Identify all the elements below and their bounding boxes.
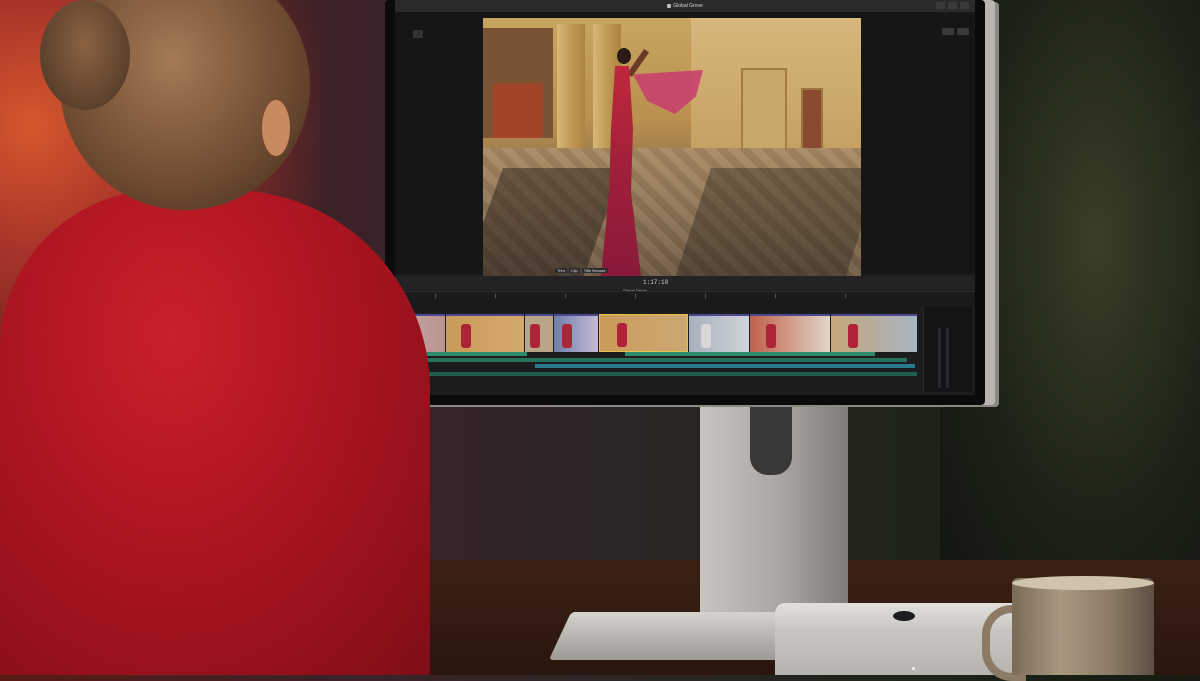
audio-meters bbox=[923, 306, 972, 392]
timeline-ruler[interactable] bbox=[395, 291, 975, 312]
timeline-clip[interactable] bbox=[689, 314, 750, 352]
person-sweater bbox=[0, 190, 430, 675]
person-ear bbox=[262, 100, 290, 156]
timeline-clip[interactable] bbox=[445, 314, 524, 352]
mug-rim bbox=[1012, 576, 1154, 590]
film-icon bbox=[667, 3, 672, 8]
audio-clip[interactable] bbox=[397, 358, 907, 362]
timeline-clip[interactable] bbox=[831, 314, 917, 352]
video-frame[interactable] bbox=[483, 18, 861, 278]
audio-clip[interactable] bbox=[625, 352, 875, 356]
window-title: Global Grove bbox=[673, 3, 703, 9]
dancer-head bbox=[617, 48, 631, 64]
monitor-screen: Global Grove Trim Clip Title Browse 1:17… bbox=[395, 0, 975, 395]
clip-button[interactable]: Clip bbox=[568, 268, 580, 273]
fcp-title-bar: Global Grove bbox=[395, 0, 975, 12]
share-button[interactable] bbox=[960, 2, 969, 9]
timeline-clip-selected[interactable] bbox=[598, 314, 689, 352]
left-arcade bbox=[483, 28, 553, 138]
done-button[interactable] bbox=[957, 28, 969, 35]
ruler-tick bbox=[635, 294, 636, 298]
apple-logo-icon bbox=[893, 611, 915, 621]
mug bbox=[1012, 578, 1154, 675]
ruler-tick bbox=[705, 294, 706, 298]
timeline-clip[interactable] bbox=[553, 314, 598, 352]
power-led bbox=[912, 667, 915, 670]
primary-storyline bbox=[397, 314, 917, 352]
timecode-display: 1:17:18 bbox=[643, 279, 669, 286]
trim-button[interactable]: Trim bbox=[555, 268, 567, 273]
stand-cable-slot bbox=[750, 405, 792, 475]
viewer-caption-buttons: Trim Clip Title Browse bbox=[555, 268, 608, 273]
timeline-toolbar bbox=[395, 276, 975, 290]
import-button[interactable] bbox=[936, 2, 945, 9]
fcp-top-buttons bbox=[936, 2, 969, 9]
ruler-tick bbox=[495, 294, 496, 298]
keyword-button[interactable] bbox=[948, 2, 957, 9]
timeline-clip[interactable] bbox=[524, 314, 553, 352]
meter-left bbox=[938, 328, 941, 388]
fcp-title: Global Grove bbox=[667, 3, 703, 9]
audio-clip[interactable] bbox=[397, 372, 917, 376]
ruler-tick bbox=[435, 294, 436, 298]
right-wall bbox=[691, 18, 861, 158]
meter-right bbox=[946, 328, 949, 388]
audio-clip[interactable] bbox=[535, 364, 915, 368]
reset-button[interactable] bbox=[942, 28, 954, 35]
hair-bun bbox=[40, 0, 130, 110]
ruler-tick bbox=[775, 294, 776, 298]
library-button[interactable] bbox=[413, 30, 423, 38]
title-browse-button[interactable]: Title Browse bbox=[581, 268, 608, 273]
ruler-tick bbox=[565, 294, 566, 298]
monitor: Global Grove Trim Clip Title Browse 1:17… bbox=[385, 0, 985, 405]
viewer-right-buttons bbox=[942, 28, 969, 35]
timeline-clip[interactable] bbox=[750, 314, 831, 352]
ruler-tick bbox=[845, 294, 846, 298]
